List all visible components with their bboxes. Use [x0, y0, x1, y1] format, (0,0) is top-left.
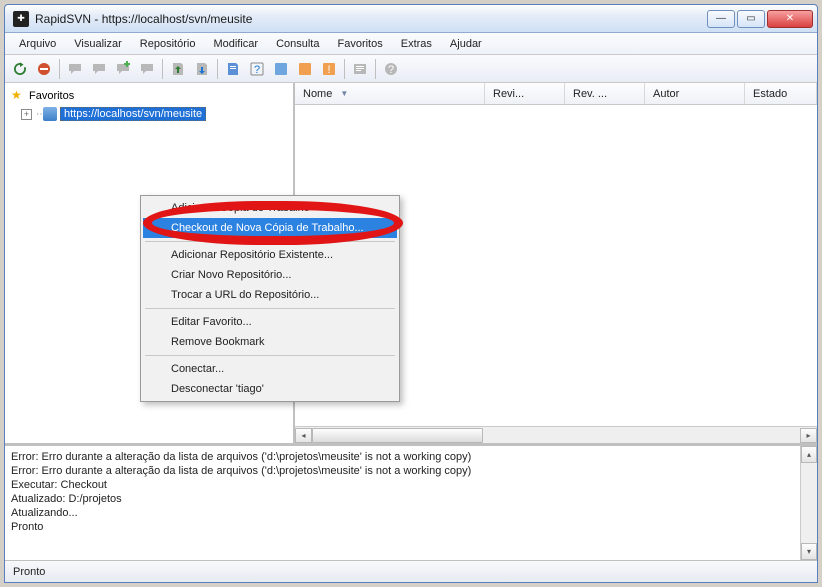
ctx-change-repo-url[interactable]: Trocar a URL do Repositório...: [143, 285, 397, 305]
titlebar[interactable]: ✚ RapidSVN - https://localhost/svn/meusi…: [5, 5, 817, 33]
scroll-track[interactable]: [801, 463, 817, 543]
menu-favoritos[interactable]: Favoritos: [329, 36, 390, 52]
app-icon: ✚: [13, 11, 29, 27]
toolbar: ? ! ?: [5, 55, 817, 83]
close-button[interactable]: ✕: [767, 10, 813, 28]
log-line: Atualizado: D:/projetos: [11, 492, 811, 506]
horizontal-scrollbar[interactable]: ◂ ▸: [295, 426, 817, 443]
column-nome[interactable]: Nome: [295, 83, 485, 104]
comment-icon[interactable]: [64, 58, 86, 80]
log-pane[interactable]: Error: Erro durante a alteração da lista…: [5, 445, 817, 560]
minimize-button[interactable]: —: [707, 10, 735, 28]
status-text: Pronto: [13, 566, 45, 578]
scroll-down-button[interactable]: ▾: [801, 543, 817, 560]
log-line: Error: Erro durante a alteração da lista…: [11, 464, 811, 478]
list-header: Nome Revi... Rev. ... Autor Estado: [295, 83, 817, 105]
info-comment-icon[interactable]: [136, 58, 158, 80]
favorites-label: Favoritos: [29, 90, 74, 102]
content-area: Favoritos + ⋯ https://localhost/svn/meus…: [5, 83, 817, 560]
stop-icon[interactable]: [33, 58, 55, 80]
ctx-remove-bookmark[interactable]: Remove Bookmark: [143, 332, 397, 352]
maximize-button[interactable]: ▭: [737, 10, 765, 28]
star-icon: [11, 89, 25, 103]
tree-node-label[interactable]: https://localhost/svn/meusite: [60, 107, 206, 121]
toolbar-separator: [344, 59, 345, 79]
ctx-add-working-copy[interactable]: Adicionar Cópia de Trabalho: [143, 198, 397, 218]
top-panes: Favoritos + ⋯ https://localhost/svn/meus…: [5, 83, 817, 445]
column-revi[interactable]: Revi...: [485, 83, 565, 104]
doc-add-icon[interactable]: [222, 58, 244, 80]
log-line: Atualizando...: [11, 506, 811, 520]
toolbar-separator: [375, 59, 376, 79]
log-line: Pronto: [11, 520, 811, 534]
context-separator: [145, 355, 395, 356]
favorites-header: Favoritos: [7, 87, 291, 105]
context-separator: [145, 241, 395, 242]
refresh-icon[interactable]: [9, 58, 31, 80]
repo-icon: [43, 107, 57, 121]
menubar: Arquivo Visualizar Repositório Modificar…: [5, 33, 817, 55]
doc-info-icon[interactable]: ?: [246, 58, 268, 80]
ctx-disconnect[interactable]: Desconectar 'tiago': [143, 379, 397, 399]
window-buttons: — ▭ ✕: [707, 10, 813, 28]
context-separator: [145, 308, 395, 309]
menu-repositorio[interactable]: Repositório: [132, 36, 204, 52]
app-window: ✚ RapidSVN - https://localhost/svn/meusi…: [4, 4, 818, 583]
column-estado[interactable]: Estado: [745, 83, 817, 104]
svg-text:!: !: [327, 64, 330, 76]
expand-icon[interactable]: +: [21, 109, 32, 120]
svg-text:?: ?: [254, 64, 260, 76]
vertical-scrollbar[interactable]: ▴ ▾: [800, 446, 817, 560]
ctx-connect[interactable]: Conectar...: [143, 359, 397, 379]
column-autor[interactable]: Autor: [645, 83, 745, 104]
log-line: Error: Erro durante a alteração da lista…: [11, 450, 811, 464]
scroll-track[interactable]: [312, 428, 800, 443]
window-title: RapidSVN - https://localhost/svn/meusite: [35, 12, 707, 26]
ctx-create-new-repo[interactable]: Criar Novo Repositório...: [143, 265, 397, 285]
menu-extras[interactable]: Extras: [393, 36, 440, 52]
about-icon[interactable]: ?: [380, 58, 402, 80]
panel-orange-icon[interactable]: [294, 58, 316, 80]
column-rev[interactable]: Rev. ...: [565, 83, 645, 104]
statusbar: Pronto: [5, 560, 817, 582]
scroll-right-button[interactable]: ▸: [800, 428, 817, 443]
toolbar-separator: [217, 59, 218, 79]
tree-node-repo[interactable]: + ⋯ https://localhost/svn/meusite: [7, 106, 291, 122]
ctx-add-existing-repo[interactable]: Adicionar Repositório Existente...: [143, 245, 397, 265]
scroll-left-button[interactable]: ◂: [295, 428, 312, 443]
context-menu: Adicionar Cópia de Trabalho Checkout de …: [140, 195, 400, 402]
toolbar-separator: [162, 59, 163, 79]
comment-reply-icon[interactable]: [88, 58, 110, 80]
svg-text:?: ?: [388, 64, 394, 76]
props-icon[interactable]: [349, 58, 371, 80]
scroll-up-button[interactable]: ▴: [801, 446, 817, 463]
add-comment-icon[interactable]: [112, 58, 134, 80]
menu-ajudar[interactable]: Ajudar: [442, 36, 490, 52]
panel-blue-icon[interactable]: [270, 58, 292, 80]
panel-warn-icon[interactable]: !: [318, 58, 340, 80]
menu-consulta[interactable]: Consulta: [268, 36, 327, 52]
ctx-edit-favorite[interactable]: Editar Favorito...: [143, 312, 397, 332]
commit-icon[interactable]: [167, 58, 189, 80]
scroll-thumb[interactable]: [312, 428, 483, 443]
update-icon[interactable]: [191, 58, 213, 80]
tree-connector: ⋯: [36, 109, 40, 120]
toolbar-separator: [59, 59, 60, 79]
menu-arquivo[interactable]: Arquivo: [11, 36, 64, 52]
log-line: Executar: Checkout: [11, 478, 811, 492]
ctx-checkout-new-copy[interactable]: Checkout de Nova Cópia de Trabalho...: [143, 218, 397, 238]
menu-visualizar[interactable]: Visualizar: [66, 36, 130, 52]
menu-modificar[interactable]: Modificar: [205, 36, 266, 52]
